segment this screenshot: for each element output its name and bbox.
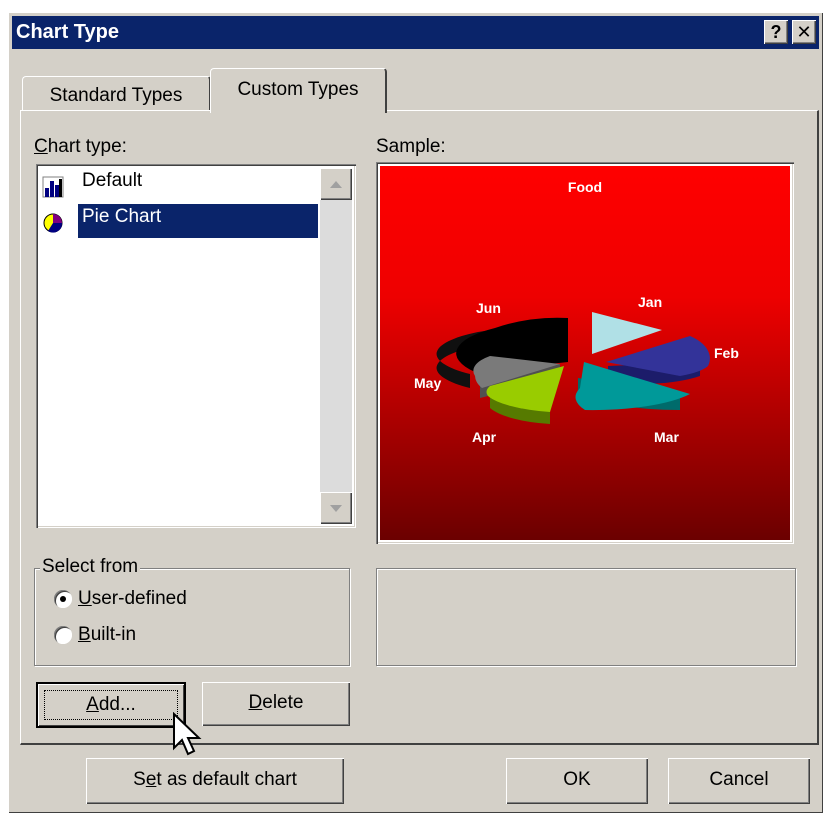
list-scrollbar[interactable] bbox=[320, 168, 352, 524]
slice-label-jan: Jan bbox=[638, 294, 662, 310]
list-item[interactable]: Default bbox=[40, 168, 318, 202]
radio-user-defined[interactable]: User-defined bbox=[54, 586, 254, 614]
sample-label: Sample: bbox=[376, 136, 446, 157]
tab-custom-types-label: Custom Types bbox=[237, 79, 359, 100]
sample-preview-frame: Food Jun Jan Feb May Apr Mar bbox=[376, 162, 794, 544]
delete-button-label: Delete bbox=[248, 692, 304, 713]
set-default-chart-label: Set as default chart bbox=[133, 769, 297, 790]
slice-label-apr: Apr bbox=[472, 429, 497, 445]
tab-standard-types-label: Standard Types bbox=[49, 85, 183, 106]
list-item-label: Pie Chart bbox=[82, 206, 162, 227]
description-box bbox=[376, 568, 796, 666]
list-item-label: Default bbox=[82, 170, 143, 191]
radio-button[interactable] bbox=[54, 626, 72, 644]
add-button[interactable]: Add... bbox=[36, 682, 186, 728]
mouse-cursor-icon bbox=[173, 712, 202, 756]
radio-dot bbox=[60, 596, 66, 602]
ok-button-label: OK bbox=[563, 769, 591, 790]
scroll-down-button[interactable] bbox=[320, 492, 352, 524]
select-from-legend: Select from bbox=[40, 556, 141, 578]
arrow-down-icon bbox=[330, 505, 342, 512]
slice-label-feb: Feb bbox=[714, 345, 739, 361]
chart-type-list[interactable]: Default Pie Chart bbox=[36, 164, 356, 528]
cancel-button-label: Cancel bbox=[709, 769, 769, 790]
cancel-button[interactable]: Cancel bbox=[668, 758, 810, 804]
list-item[interactable]: Pie Chart bbox=[40, 204, 318, 238]
radio-button[interactable] bbox=[54, 590, 72, 608]
slice-label-jun: Jun bbox=[476, 300, 501, 316]
arrow-up-icon bbox=[330, 181, 342, 188]
radio-built-in-label: Built-in bbox=[78, 624, 137, 645]
chart-type-label: Chart type: bbox=[34, 136, 127, 157]
title-bar[interactable]: Chart Type ? ✕ bbox=[12, 16, 819, 49]
chart-title: Food bbox=[568, 179, 602, 195]
bar-chart-icon bbox=[42, 176, 64, 198]
help-button[interactable]: ? bbox=[764, 20, 788, 44]
radio-user-defined-label: User-defined bbox=[78, 588, 187, 609]
slice-label-may: May bbox=[414, 375, 441, 391]
tab-custom-types[interactable]: Custom Types bbox=[210, 68, 387, 113]
tab-standard-types[interactable]: Standard Types bbox=[22, 76, 211, 111]
add-button-label: Add... bbox=[86, 694, 136, 715]
select-from-group bbox=[34, 568, 350, 666]
delete-button[interactable]: Delete bbox=[202, 682, 350, 726]
pie-chart-icon bbox=[43, 213, 63, 233]
close-button[interactable]: ✕ bbox=[792, 20, 816, 44]
set-default-chart-button[interactable]: Set as default chart bbox=[86, 758, 344, 804]
slice-label-mar: Mar bbox=[654, 429, 679, 445]
ok-button[interactable]: OK bbox=[506, 758, 648, 804]
chart-type-dialog: Chart Type ? ✕ Standard Types Custom Typ… bbox=[8, 12, 823, 813]
sample-pie-chart: Food Jun Jan Feb May Apr Mar bbox=[380, 166, 790, 540]
radio-built-in[interactable]: Built-in bbox=[54, 622, 254, 650]
dialog-title: Chart Type bbox=[16, 21, 119, 43]
scroll-up-button[interactable] bbox=[320, 168, 352, 200]
